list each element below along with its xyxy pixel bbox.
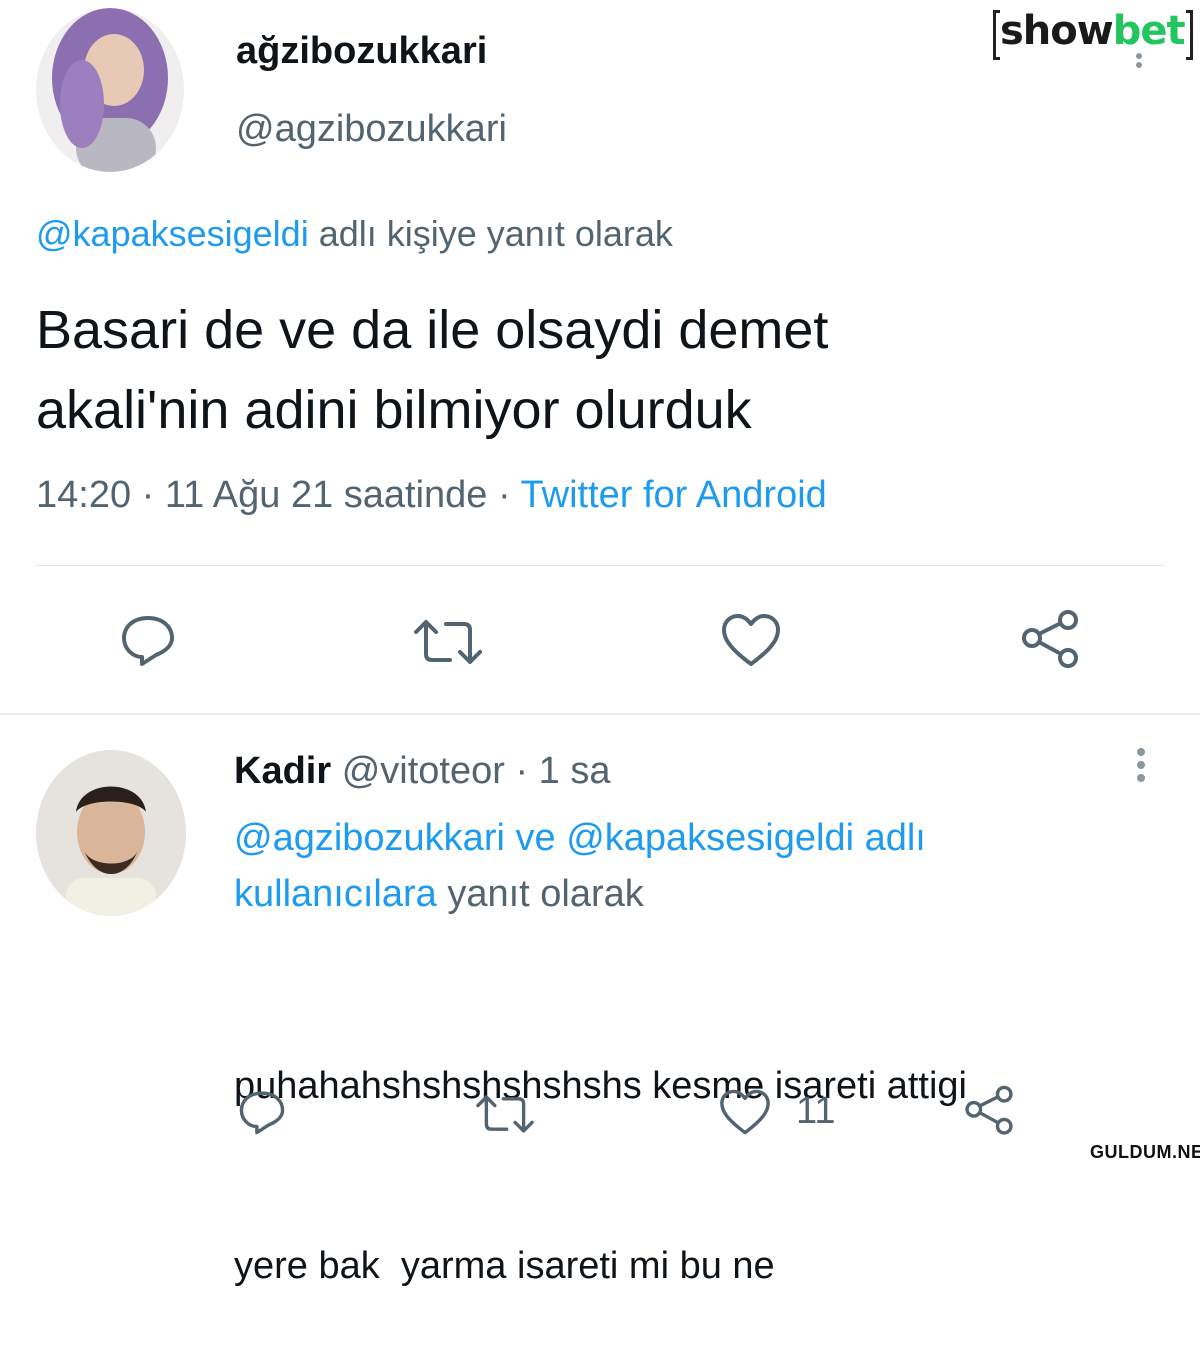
tweet-source[interactable]: Twitter for Android: [521, 474, 827, 516]
tweet-meta: 14:20 · 11 Ağu 21 saatinde · Twitter for…: [36, 474, 827, 517]
tweet-text: Basari de ve da ile olsaydi demet akali'…: [36, 290, 828, 450]
reply-more-icon[interactable]: [1137, 743, 1145, 787]
reply-avatar[interactable]: [36, 750, 186, 916]
reply-like-icon[interactable]: [718, 1088, 772, 1136]
user-handle[interactable]: @agzibozukkari: [236, 108, 507, 151]
reply-to-link[interactable]: @kapaksesigeldi: [36, 213, 309, 254]
reply-handle[interactable]: @vitoteor: [342, 750, 505, 792]
reply-avatar-photo: [36, 750, 186, 916]
showbet-logo: showbet: [1000, 8, 1186, 54]
reply-reply-icon[interactable]: [236, 1088, 288, 1136]
reply-icon[interactable]: [118, 612, 178, 668]
logo-bracket-right: [1186, 10, 1193, 60]
display-name[interactable]: ağzibozukkari: [236, 30, 487, 73]
share-icon[interactable]: [1018, 608, 1082, 672]
reply-share-icon[interactable]: [962, 1084, 1016, 1138]
reply-to-suffix: adlı kişiye yanıt olarak: [318, 213, 673, 254]
like-icon[interactable]: [720, 612, 782, 668]
reply-retweet-icon[interactable]: [474, 1092, 536, 1136]
logo-bet: bet: [1112, 8, 1186, 54]
more-icon[interactable]: [1136, 50, 1142, 71]
divider: [36, 565, 1164, 566]
reply-time[interactable]: · 1 sa: [515, 750, 610, 792]
logo-show: show: [1000, 8, 1114, 54]
reply-context-2: @agzibozukkari ve @kapaksesigeldi adlı k…: [234, 810, 1134, 922]
tweet-text-line2: akali'nin adini bilmiyor olurduk: [36, 380, 752, 440]
tweet-text-line1: Basari de ve da ile olsaydi demet: [36, 300, 829, 360]
avatar[interactable]: [36, 8, 184, 172]
reply-display-name[interactable]: Kadir: [234, 750, 331, 792]
reply-header: Kadir @vitoteor · 1 sa: [234, 750, 611, 793]
reply-context-users-link[interactable]: kullanıcılara: [234, 873, 437, 915]
retweet-icon[interactable]: [412, 616, 484, 668]
reply-context-suffix: yanıt olarak: [447, 873, 644, 915]
site-watermark: GULDUM.NET: [1090, 1142, 1200, 1162]
reply-text: puhahahshshshshshshs kesme isareti attig…: [234, 936, 967, 1356]
avatar-photo: [52, 8, 168, 172]
reply-context-and: ve: [515, 817, 556, 859]
reply-context: @kapaksesigeldi adlı kişiye yanıt olarak: [36, 213, 673, 255]
tweet-timestamp[interactable]: 14:20 · 11 Ağu 21 saatinde ·: [36, 474, 511, 516]
reply-text-line2: yere bak yarma isareti mi bu ne: [234, 1245, 775, 1287]
like-count: 11: [796, 1090, 836, 1132]
reply-context-user2[interactable]: @kapaksesigeldi adlı: [566, 817, 926, 859]
section-divider: [0, 713, 1200, 715]
logo-bracket-left: [993, 10, 1000, 60]
reply-context-user1[interactable]: @agzibozukkari: [234, 817, 505, 859]
reply-text-line1: puhahahshshshshshshs kesme isareti attig…: [234, 1065, 967, 1107]
